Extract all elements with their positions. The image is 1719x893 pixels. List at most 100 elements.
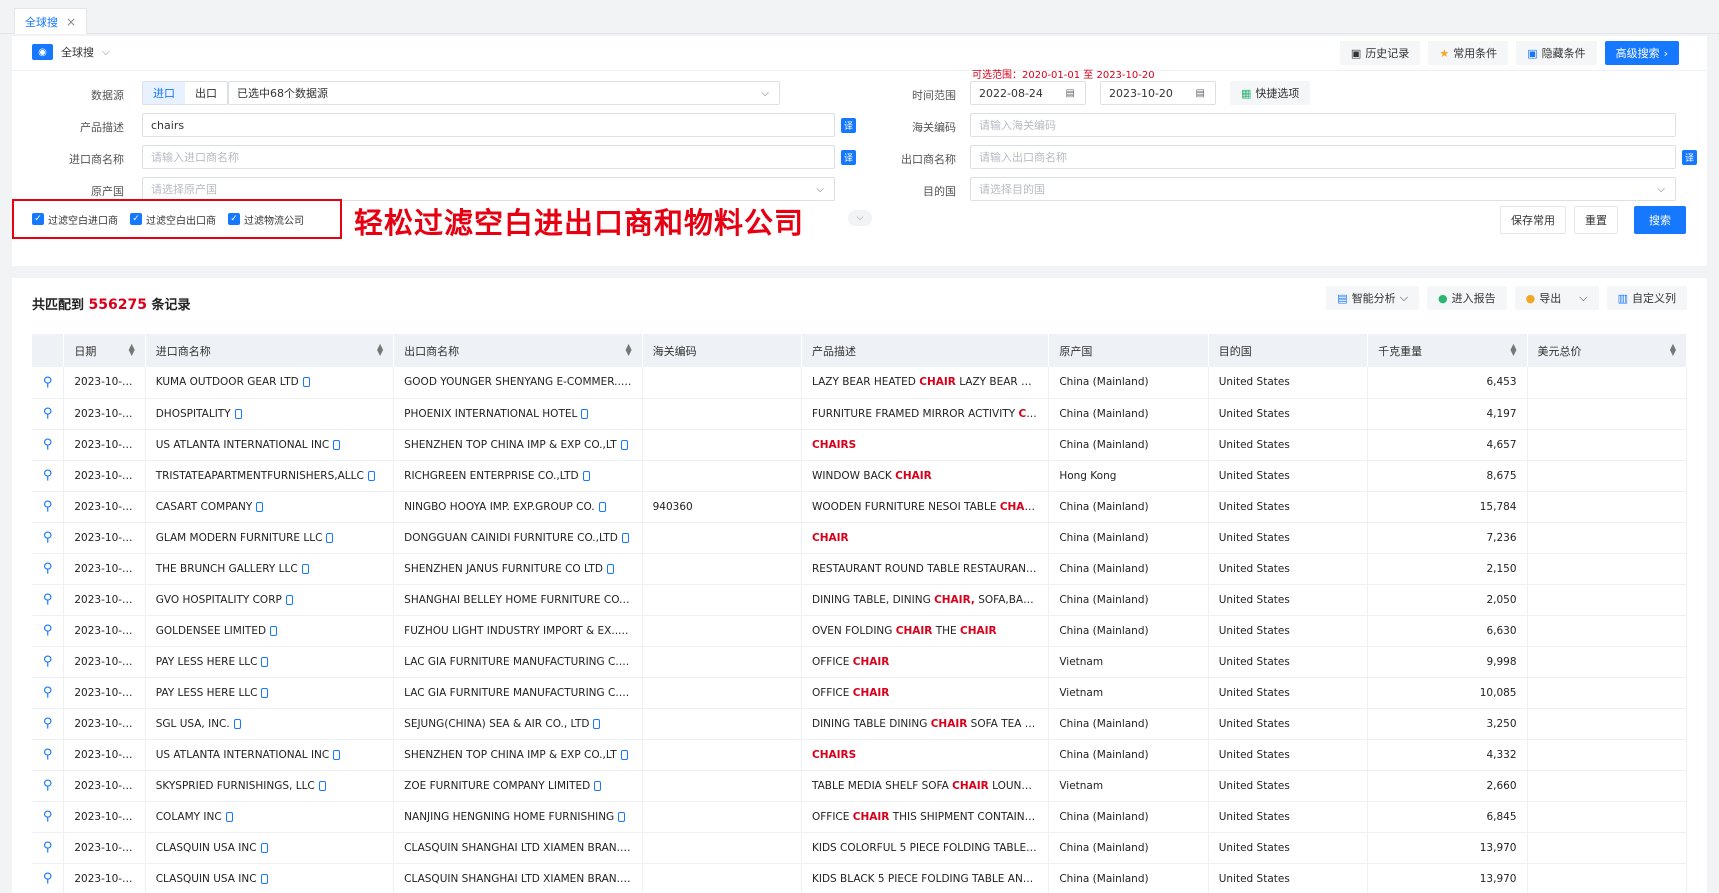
cell-importer[interactable]: GLAM MODERN FURNITURE LLC <box>145 522 395 554</box>
cell-exporter[interactable]: RICHGREEN ENTERPRISE CO.,LTD <box>393 460 643 492</box>
history-button[interactable]: ▣ 历史记录 <box>1339 41 1421 65</box>
cell-exporter[interactable]: FUZHOU LIGHT INDUSTRY IMPORT & EX... <box>393 615 643 647</box>
copy-icon[interactable] <box>606 563 614 574</box>
import-option[interactable]: 进口 <box>143 82 185 104</box>
cell-importer[interactable]: TRISTATEAPARTMENTFURNISHERS,ALLC <box>145 460 395 492</box>
hs-code-input[interactable]: 请输入海关编码 <box>970 113 1676 137</box>
translate-icon[interactable]: 译 <box>1682 150 1697 165</box>
table-row[interactable]: ⚲ 2023-10-16 CLASQUIN USA INC CLASQUIN SHAN… <box>32 832 1687 864</box>
exporter-name[interactable]: SHENZHEN TOP CHINA IMP & EXP CO.,LT <box>404 439 617 451</box>
table-row[interactable]: ⚲ 2023-10-16 CLASQUIN USA INC CLASQUIN SHAN… <box>32 863 1687 893</box>
copy-icon[interactable] <box>582 470 590 481</box>
table-row[interactable]: ⚲ 2023-10-16 US ATLANTA INTERNATIONAL INC S… <box>32 429 1687 461</box>
exporter-name[interactable]: CLASQUIN SHANGHAI LTD XIAMEN BRAN... <box>404 873 630 885</box>
importer-name[interactable]: GOLDENSEE LIMITED <box>156 625 266 637</box>
filter-blank-exporter-checkbox[interactable]: ✓ 过滤空白出口商 <box>130 212 216 227</box>
exporter-name[interactable]: SEJUNG(CHINA) SEA & AIR CO., LTD <box>404 718 589 730</box>
copy-icon[interactable] <box>326 532 334 543</box>
table-row[interactable]: ⚲ 2023-10-16 TRISTATEAPARTMENTFURNISHERS,A… <box>32 460 1687 492</box>
common-conditions-button[interactable]: ★ 常用条件 <box>1428 41 1509 65</box>
cell-importer[interactable]: DHOSPITALITY <box>145 398 395 430</box>
importer-input[interactable]: 请输入进口商名称 <box>142 145 835 169</box>
cell-importer[interactable]: PAY LESS HERE LLC <box>145 646 395 678</box>
table-row[interactable]: ⚲ 2023-10-16 GVO HOSPITALITY CORP SHANGHAI … <box>32 584 1687 616</box>
data-source-select[interactable]: 已选中68个数据源 ⌵ <box>228 81 780 105</box>
product-description-input[interactable]: chairs <box>142 113 835 137</box>
table-row[interactable]: ⚲ 2023-10-16 GLAM MODERN FURNITURE LLC DONG… <box>32 522 1687 554</box>
copy-icon[interactable] <box>630 842 638 853</box>
cell-importer[interactable]: PAY LESS HERE LLC <box>145 677 395 709</box>
exporter-name[interactable]: FUZHOU LIGHT INDUSTRY IMPORT & EX... <box>404 625 628 637</box>
importer-name[interactable]: COLAMY INC <box>156 811 222 823</box>
table-row[interactable]: ⚲ 2023-10-16 KUMA OUTDOOR GEAR LTD GOOD YOU… <box>32 367 1687 399</box>
importer-name[interactable]: CASART COMPANY <box>156 501 253 513</box>
filter-logistics-checkbox[interactable]: ✓ 过滤物流公司 <box>228 212 304 227</box>
copy-icon[interactable] <box>261 656 269 667</box>
collapse-toggle-icon[interactable]: ⌵ <box>848 210 872 226</box>
cell-importer[interactable]: US ATLANTA INTERNATIONAL INC <box>145 429 395 461</box>
row-detail-search-icon[interactable]: ⚲ <box>32 460 65 492</box>
cell-exporter[interactable]: LAC GIA FURNITURE MANUFACTURING C... <box>393 677 643 709</box>
cell-importer[interactable]: CASART COMPANY <box>145 491 395 523</box>
copy-icon[interactable] <box>581 408 589 419</box>
exporter-input[interactable]: 请输入出口商名称 <box>970 145 1676 169</box>
copy-icon[interactable] <box>301 563 309 574</box>
cell-importer[interactable]: SKYSPRIED FURNISHINGS, LLC <box>145 770 395 802</box>
destination-select[interactable]: 请选择目的国 ⌵ <box>970 177 1676 201</box>
copy-icon[interactable] <box>302 377 310 388</box>
date-to-input[interactable]: 2023-10-20 ▤ <box>1100 81 1216 105</box>
cell-exporter[interactable]: NINGBO HOOYA IMP. EXP.GROUP CO. <box>393 491 643 523</box>
copy-icon[interactable] <box>629 687 637 698</box>
sort-icon[interactable]: ▲ ▼ <box>1670 343 1676 357</box>
translate-icon[interactable]: 译 <box>841 150 856 165</box>
cell-importer[interactable]: KUMA OUTDOOR GEAR LTD <box>145 367 395 399</box>
exporter-name[interactable]: SHENZHEN JANUS FURNITURE CO LTD <box>404 563 603 575</box>
sort-icon[interactable]: ▲ ▼ <box>625 343 631 357</box>
exporter-name[interactable]: NINGBO HOOYA IMP. EXP.GROUP CO. <box>404 501 594 513</box>
copy-icon[interactable] <box>618 811 626 822</box>
copy-icon[interactable] <box>593 718 601 729</box>
exporter-name[interactable]: SHENZHEN TOP CHINA IMP & EXP CO.,LT <box>404 749 617 761</box>
copy-icon[interactable] <box>621 532 629 543</box>
table-row[interactable]: ⚲ 2023-10-16 CASART COMPANY NINGBO HOOYA IM… <box>32 491 1687 523</box>
filter-blank-importer-checkbox[interactable]: ✓ 过滤空白进口商 <box>32 212 118 227</box>
cell-importer[interactable]: GVO HOSPITALITY CORP <box>145 584 395 616</box>
copy-icon[interactable] <box>594 780 602 791</box>
importer-name[interactable]: SGL USA, INC. <box>156 718 230 730</box>
row-detail-search-icon[interactable]: ⚲ <box>32 646 65 678</box>
copy-icon[interactable] <box>333 439 341 450</box>
cell-exporter[interactable]: SHANGHAI BELLEY HOME FURNITURE CO., <box>393 584 643 616</box>
export-button[interactable]: ● 导出 ⌵ <box>1514 286 1599 310</box>
cell-exporter[interactable]: LAC GIA FURNITURE MANUFACTURING C... <box>393 646 643 678</box>
copy-icon[interactable] <box>620 439 628 450</box>
importer-name[interactable]: TRISTATEAPARTMENTFURNISHERS,ALLC <box>156 470 364 482</box>
copy-icon[interactable] <box>225 811 233 822</box>
cell-importer[interactable]: SGL USA, INC. <box>145 708 395 740</box>
copy-icon[interactable] <box>285 594 293 605</box>
importer-name[interactable]: THE BRUNCH GALLERY LLC <box>156 563 298 575</box>
copy-icon[interactable] <box>333 749 341 760</box>
origin-select[interactable]: 请选择原产国 ⌵ <box>142 177 835 201</box>
copy-icon[interactable] <box>630 873 638 884</box>
importer-name[interactable]: PAY LESS HERE LLC <box>156 687 258 699</box>
search-mode-selector[interactable]: ◉ 全球搜 ⌵ <box>32 44 110 60</box>
importer-name[interactable]: SKYSPRIED FURNISHINGS, LLC <box>156 780 315 792</box>
row-detail-search-icon[interactable]: ⚲ <box>32 677 65 709</box>
translate-icon[interactable]: 译 <box>841 118 856 133</box>
table-row[interactable]: ⚲ 2023-10-16 DHOSPITALITY PHOENIX INTERNATI… <box>32 398 1687 430</box>
table-row[interactable]: ⚲ 2023-10-16 SKYSPRIED FURNISHINGS, LLC ZOE… <box>32 770 1687 802</box>
copy-icon[interactable] <box>318 780 326 791</box>
table-row[interactable]: ⚲ 2023-10-16 THE BRUNCH GALLERY LLC SHENZHE… <box>32 553 1687 585</box>
exporter-name[interactable]: ZOE FURNITURE COMPANY LIMITED <box>404 780 590 792</box>
cell-exporter[interactable]: GOOD YOUNGER SHENYANG E-COMMER... <box>393 367 643 399</box>
importer-name[interactable]: KUMA OUTDOOR GEAR LTD <box>156 376 299 388</box>
cell-exporter[interactable]: ZOE FURNITURE COMPANY LIMITED <box>393 770 643 802</box>
col-date[interactable]: 日期 ▲ ▼ <box>63 334 146 367</box>
cell-exporter[interactable]: NANJING HENGNING HOME FURNISHING <box>393 801 643 833</box>
exporter-name[interactable]: CLASQUIN SHANGHAI LTD XIAMEN BRAN... <box>404 842 630 854</box>
row-detail-search-icon[interactable]: ⚲ <box>32 398 65 430</box>
reset-button[interactable]: 重置 <box>1574 206 1618 234</box>
export-option[interactable]: 出口 <box>185 82 227 104</box>
save-common-button[interactable]: 保存常用 <box>1500 206 1566 234</box>
exporter-name[interactable]: LAC GIA FURNITURE MANUFACTURING C... <box>404 656 629 668</box>
